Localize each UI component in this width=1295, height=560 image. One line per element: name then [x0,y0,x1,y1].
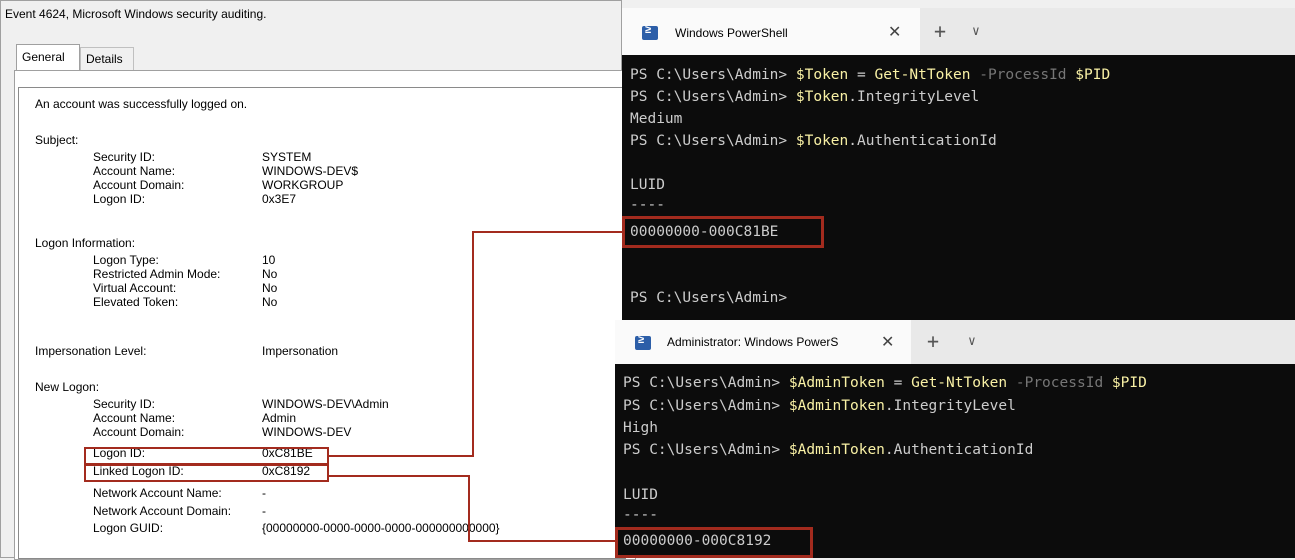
logon-info-value: No [262,281,278,295]
console-line: PS C:\Users\Admin> $AdminToken.Integrity… [623,398,1016,414]
close-tab-icon[interactable]: ✕ [881,332,894,352]
console-line: PS C:\Users\Admin> $Token.IntegrityLevel [630,89,980,105]
console-line: ---- [630,197,665,213]
impersonation-label: Impersonation Level: [35,344,147,358]
logon-id-highlight-box [84,447,329,465]
new-logon-label: Network Account Domain: [93,504,232,518]
luid-highlight-box [615,527,813,558]
console-line: PS C:\Users\Admin> $Token = Get-NtToken … [630,67,1111,83]
subject-header: Subject: [35,133,79,147]
console-line: PS C:\Users\Admin> $Token.Authentication… [630,133,997,149]
new-tab-plus-icon[interactable]: + [927,329,939,353]
powershell-icon: ≥ [642,24,658,40]
impersonation-value: Impersonation [262,344,339,358]
event-title: Event 4624, Microsoft Windows security a… [5,7,267,21]
console-line: ---- [623,507,658,523]
new-logon-value: WINDOWS-DEV [262,425,352,439]
luid-highlight-box [622,216,824,248]
chevron-down-icon[interactable]: ∨ [968,334,976,349]
tab-windows-powershell[interactable]: ≥ Windows PowerShell ✕ [622,8,920,55]
new-logon-value: - [262,486,266,500]
admin-powershell-window: ≥ Administrator: Windows PowerS ✕ + ∨ PS… [615,320,1295,558]
new-logon-label: Logon GUID: [93,521,164,535]
linked-logon-id-highlight-box [84,464,329,482]
connector-line [472,231,622,233]
connector-line [472,232,474,457]
subject-value: SYSTEM [262,150,312,164]
tab-title: Administrator: Windows PowerS [667,335,839,349]
powershell-window: ≥ Windows PowerShell ✕ + ∨ PS C:\Users\A… [622,8,1295,320]
logon-info-label: Restricted Admin Mode: [93,267,221,281]
powershell-icon: ≥ [635,334,651,350]
logon-info-label: Virtual Account: [93,281,177,295]
subject-value: WINDOWS-DEV$ [262,164,358,178]
subject-label: Account Name: [93,164,176,178]
tab-bar: ≥ Administrator: Windows PowerS ✕ + ∨ [615,320,1295,364]
connector-line [468,475,470,542]
tab-admin-powershell[interactable]: ≥ Administrator: Windows PowerS ✕ [615,320,911,364]
tab-general[interactable]: General [16,44,80,71]
new-logon-label: Network Account Name: [93,486,222,500]
console-line: Medium [630,111,683,127]
console-line: PS C:\Users\Admin> $AdminToken.Authentic… [623,442,1034,458]
console-line: LUID [623,487,658,503]
new-logon-label: Account Domain: [93,425,185,439]
subject-value: 0x3E7 [262,192,297,206]
tab-bar: ≥ Windows PowerShell ✕ + ∨ [622,8,1295,55]
tab-details[interactable]: Details [80,47,134,70]
logon-info-value: No [262,295,278,309]
new-logon-value: Admin [262,411,297,425]
event-summary: An account was successfully logged on. [35,97,248,111]
subject-label: Security ID: [93,150,156,164]
new-logon-label: Security ID: [93,397,156,411]
logon-info-label: Elevated Token: [93,295,179,309]
connector-line [468,540,615,542]
connector-line [329,475,470,477]
connector-line [329,455,474,457]
subject-label: Account Domain: [93,178,185,192]
new-logon-header: New Logon: [35,380,100,394]
new-logon-value: WINDOWS-DEV\Admin [262,397,389,411]
logon-info-header: Logon Information: [35,236,136,250]
logon-info-value: 10 [262,253,276,267]
tab-title: Windows PowerShell [675,26,788,40]
chevron-down-icon[interactable]: ∨ [972,24,980,39]
console-line: High [623,420,658,436]
new-tab-plus-icon[interactable]: + [934,19,946,43]
console-line: LUID [630,177,665,193]
new-logon-value: - [262,504,266,518]
logon-info-label: Logon Type: [93,253,159,267]
new-logon-value: {00000000-0000-0000-0000-000000000000} [262,521,500,535]
subject-label: Logon ID: [93,192,146,206]
subject-value: WORKGROUP [262,178,344,192]
logon-info-value: No [262,267,278,281]
new-logon-label: Account Name: [93,411,176,425]
close-tab-icon[interactable]: ✕ [888,22,901,42]
console-line: PS C:\Users\Admin> $AdminToken = Get-NtT… [623,375,1147,391]
console-prompt[interactable]: PS C:\Users\Admin> [630,287,787,309]
